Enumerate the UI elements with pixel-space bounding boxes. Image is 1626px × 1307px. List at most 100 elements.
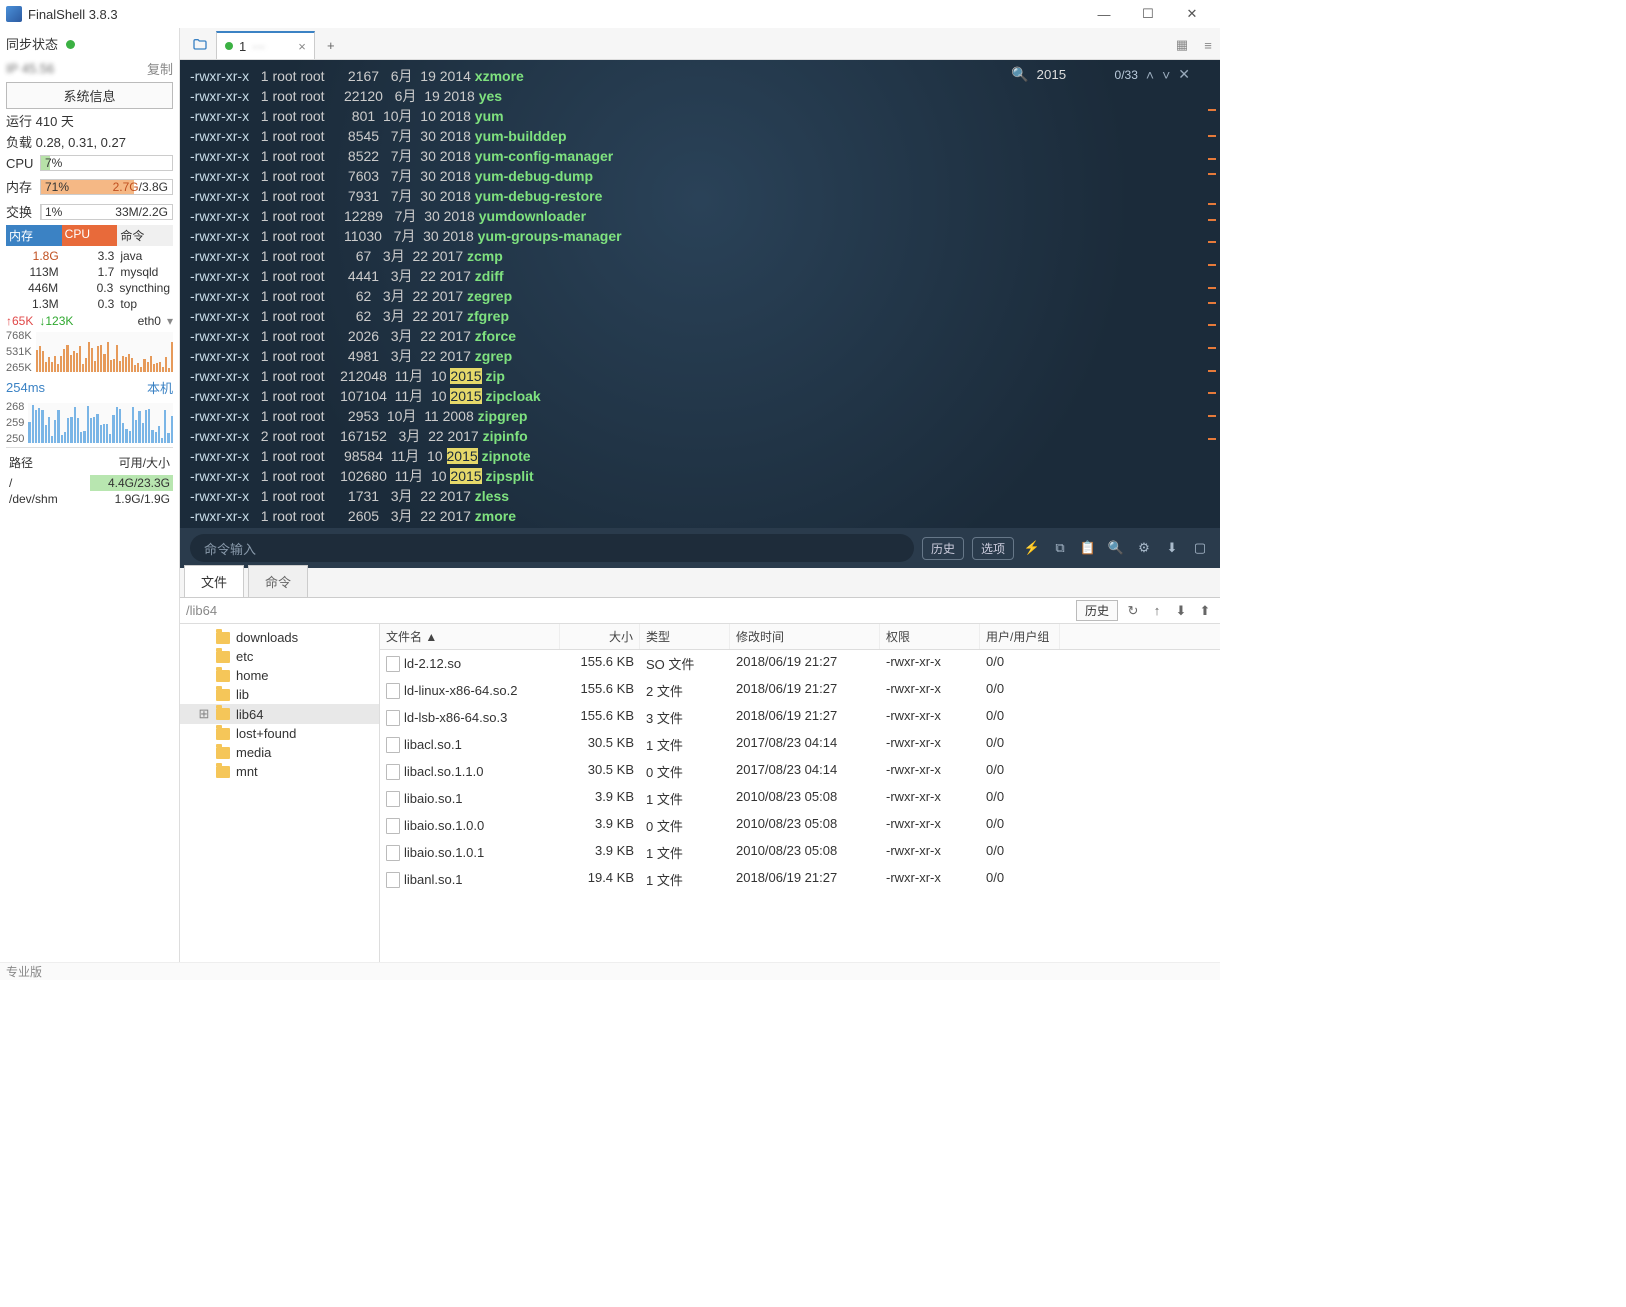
maximize-button[interactable]: ☐ (1126, 0, 1170, 28)
file-row[interactable]: ld-2.12.so155.6 KBSO 文件2018/06/19 21:27-… (380, 650, 1220, 677)
disk-row[interactable]: /dev/shm1.9G/1.9G (6, 491, 173, 507)
refresh-icon[interactable]: ↻ (1124, 603, 1142, 619)
tree-node[interactable]: downloads (180, 628, 379, 647)
upload-file-icon[interactable]: ⬆ (1196, 603, 1214, 619)
terminal-search: 🔍 0/33 ˄ ˅ ✕ (1011, 66, 1190, 83)
zoom-icon[interactable]: 🔍 (1106, 540, 1126, 556)
download-icon[interactable]: ⬇ (1162, 540, 1182, 556)
net-iface[interactable]: eth0 (138, 314, 161, 328)
search-prev-icon[interactable]: ˄ (1146, 67, 1154, 83)
net-down: 123K (45, 314, 73, 328)
minimize-button[interactable]: — (1082, 0, 1126, 28)
proc-h-cpu[interactable]: CPU (62, 225, 118, 246)
close-tab-icon[interactable]: × (298, 39, 306, 54)
session-tab[interactable]: 1 ··· × (216, 31, 315, 59)
process-row[interactable]: 446M0.3syncthing (6, 280, 173, 296)
bolt-icon[interactable]: ⚡ (1022, 540, 1042, 556)
mem-total: 3.8G (142, 180, 168, 194)
swap-total: 2.2G (142, 205, 168, 219)
paste-icon[interactable]: 📋 (1078, 540, 1098, 556)
tree-node[interactable]: mnt (180, 762, 379, 781)
options-button[interactable]: 选项 (972, 537, 1014, 560)
col-size[interactable]: 大小 (560, 624, 640, 649)
axis2-0: 268 (6, 401, 24, 413)
proc-h-mem[interactable]: 内存 (6, 225, 62, 246)
file-row[interactable]: ld-lsb-x86-64.so.3155.6 KB3 文件2018/06/19… (380, 704, 1220, 731)
close-button[interactable]: ✕ (1170, 0, 1214, 28)
grid-view-icon[interactable]: ▦ (1170, 31, 1194, 59)
mem-used: 2.7G (113, 180, 139, 194)
tree-node[interactable]: media (180, 743, 379, 762)
search-input[interactable] (1037, 67, 1107, 82)
ping-host[interactable]: 本机 (147, 378, 173, 397)
tree-node[interactable]: ⊞lib64 (180, 704, 379, 724)
chevron-down-icon[interactable]: ▾ (167, 314, 173, 328)
search-icon[interactable]: 🔍 (1011, 66, 1028, 83)
file-row[interactable]: libaio.so.13.9 KB1 文件2010/08/23 05:08-rw… (380, 785, 1220, 812)
file-row[interactable]: libacl.so.1.1.030.5 KB0 文件2017/08/23 04:… (380, 758, 1220, 785)
col-perm[interactable]: 权限 (880, 624, 980, 649)
search-close-icon[interactable]: ✕ (1178, 66, 1190, 83)
tree-node[interactable]: etc (180, 647, 379, 666)
folder-icon (216, 670, 230, 682)
folder-icon (216, 651, 230, 663)
proc-h-cmd[interactable]: 命令 (117, 225, 173, 246)
terminal-line: -rwxr-xr-x 1 root root 4981 3月 22 2017 z… (190, 346, 1210, 366)
folder-icon[interactable] (186, 31, 214, 59)
edition-label: 专业版 (6, 963, 42, 980)
disk-row[interactable]: /4.4G/23.3G (6, 475, 173, 491)
col-time[interactable]: 修改时间 (730, 624, 880, 649)
col-name[interactable]: 文件名 ▲ (380, 624, 560, 649)
fullscreen-icon[interactable]: ▢ (1190, 540, 1210, 556)
download-file-icon[interactable]: ⬇ (1172, 603, 1190, 619)
search-next-icon[interactable]: ˅ (1162, 67, 1170, 83)
swap-meter: 交换 1%33M/2.2G (6, 200, 173, 223)
file-row[interactable]: libanl.so.119.4 KB1 文件2018/06/19 21:27-r… (380, 866, 1220, 893)
path-history-button[interactable]: 历史 (1076, 600, 1118, 621)
terminal-line: -rwxr-xr-x 1 root root 12289 7月 30 2018 … (190, 206, 1210, 226)
col-user[interactable]: 用户/用户组 (980, 624, 1060, 649)
current-path[interactable]: /lib64 (186, 603, 1070, 618)
system-info-button[interactable]: 系统信息 (6, 82, 173, 109)
file-row[interactable]: libaio.so.1.0.03.9 KB0 文件2010/08/23 05:0… (380, 812, 1220, 839)
history-button[interactable]: 历史 (922, 537, 964, 560)
process-row[interactable]: 1.8G3.3java (6, 248, 173, 264)
gear-icon[interactable]: ⚙ (1134, 540, 1154, 556)
tab-files[interactable]: 文件 (184, 565, 244, 597)
terminal-line: -rwxr-xr-x 1 root root 22120 6月 19 2018 … (190, 86, 1210, 106)
terminal-line: -rwxr-xr-x 1 root root 7931 7月 30 2018 y… (190, 186, 1210, 206)
file-row[interactable]: libacl.so.130.5 KB1 文件2017/08/23 04:14-r… (380, 731, 1220, 758)
minimap[interactable] (1206, 90, 1216, 468)
sync-status: 同步状态 (6, 32, 173, 55)
cpu-bar: 7% (40, 155, 173, 171)
terminal-line: -rwxr-xr-x 1 root root 98584 11月 10 2015… (190, 446, 1210, 466)
file-row[interactable]: ld-linux-x86-64.so.2155.6 KB2 文件2018/06/… (380, 677, 1220, 704)
col-type[interactable]: 类型 (640, 624, 730, 649)
tree-node[interactable]: lib (180, 685, 379, 704)
file-row[interactable]: libaio.so.1.0.13.9 KB1 文件2010/08/23 05:0… (380, 839, 1220, 866)
folder-icon (216, 632, 230, 644)
tree-node[interactable]: lost+found (180, 724, 379, 743)
folder-tree[interactable]: downloadsetchomelib⊞lib64lost+foundmedia… (180, 624, 380, 962)
terminal[interactable]: 🔍 0/33 ˄ ˅ ✕ -rwxr-xr-x 1 root root 2167… (180, 60, 1220, 528)
file-list-header: 文件名 ▲ 大小 类型 修改时间 权限 用户/用户组 (380, 624, 1220, 650)
terminal-line: -rwxr-xr-x 1 root root 107104 11月 10 201… (190, 386, 1210, 406)
load-text: 负载 0.28, 0.31, 0.27 (6, 132, 173, 151)
ip-label: IP 45.56 (6, 61, 54, 76)
up-icon[interactable]: ↑ (1148, 603, 1166, 618)
command-input[interactable]: 命令输入 (190, 534, 914, 562)
search-count: 0/33 (1115, 68, 1138, 82)
copy-link[interactable]: 复制 (147, 59, 173, 78)
terminal-line: -rwxr-xr-x 1 root root 8545 7月 30 2018 y… (190, 126, 1210, 146)
net-spark (36, 332, 173, 372)
file-icon (386, 683, 400, 699)
process-row[interactable]: 113M1.7mysqld (6, 264, 173, 280)
axis1-1: 531K (6, 346, 32, 358)
copy-icon[interactable]: ⧉ (1050, 540, 1070, 556)
tab-label: 1 (239, 39, 246, 54)
new-tab-button[interactable]: + (317, 31, 345, 59)
list-view-icon[interactable]: ≡ (1196, 31, 1220, 59)
process-row[interactable]: 1.3M0.3top (6, 296, 173, 312)
tab-commands[interactable]: 命令 (248, 565, 308, 597)
tree-node[interactable]: home (180, 666, 379, 685)
